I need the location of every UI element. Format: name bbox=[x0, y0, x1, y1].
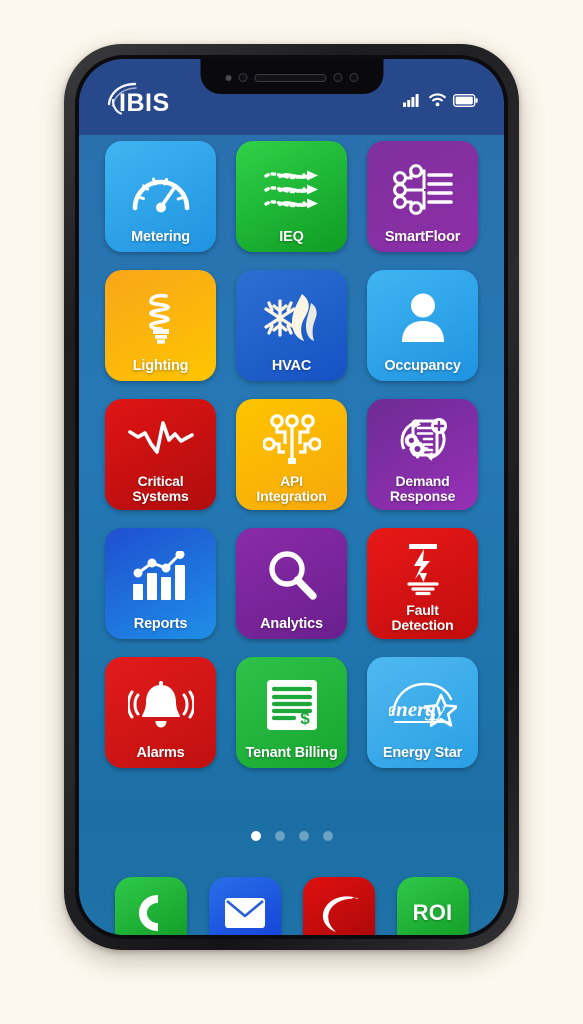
app-label: HVAC bbox=[271, 358, 312, 374]
app-tile-smartfloor[interactable]: SmartFloor bbox=[367, 141, 478, 252]
app-tile-analytics[interactable]: Analytics bbox=[236, 528, 347, 639]
page-dot-2[interactable] bbox=[274, 831, 285, 841]
app-label: SmartFloor bbox=[384, 229, 461, 245]
invoice-dollar-icon: $ bbox=[236, 666, 347, 746]
snowflake-flame-icon bbox=[236, 279, 347, 359]
page-dot-4[interactable] bbox=[322, 831, 333, 841]
ambient-light-sensor-icon bbox=[349, 73, 358, 82]
app-tile-critical-systems[interactable]: Critical Systems bbox=[105, 399, 216, 510]
phone-screen: IBIS Metering IEQ SmartFloor Lighting HV… bbox=[79, 59, 504, 935]
bar-chart-icon bbox=[105, 537, 216, 617]
dock: ROI bbox=[79, 859, 504, 935]
circuit-floor-icon bbox=[367, 150, 478, 230]
dock-item-roi[interactable]: ROI bbox=[396, 877, 469, 935]
energy-star-icon: energy bbox=[367, 666, 478, 746]
svg-text:IBIS: IBIS bbox=[119, 89, 170, 117]
app-tile-occupancy[interactable]: Occupancy bbox=[367, 270, 478, 381]
signal-bars-icon bbox=[403, 93, 422, 107]
api-nodes-icon bbox=[236, 408, 347, 474]
phone-frame: IBIS Metering IEQ SmartFloor Lighting HV… bbox=[64, 44, 519, 950]
svg-text:energy: energy bbox=[389, 697, 446, 721]
gauge-icon bbox=[105, 150, 216, 230]
dock-item-mail[interactable] bbox=[208, 877, 281, 935]
page-indicator bbox=[79, 831, 504, 841]
phone-icon bbox=[134, 893, 168, 933]
app-tile-metering[interactable]: Metering bbox=[105, 141, 216, 252]
svg-text:$: $ bbox=[300, 709, 310, 728]
app-tile-hvac[interactable]: HVAC bbox=[236, 270, 347, 381]
ibis-swoosh-icon bbox=[316, 891, 362, 935]
app-tile-tenant-billing[interactable]: $ Tenant Billing bbox=[236, 657, 347, 768]
app-label: IEQ bbox=[279, 229, 304, 245]
sensor-dot-icon bbox=[225, 74, 231, 81]
envelope-icon bbox=[224, 897, 266, 929]
dock-item-label: ROI bbox=[412, 900, 453, 925]
app-label: Alarms bbox=[136, 745, 185, 761]
app-tile-api-integration[interactable]: API Integration bbox=[236, 399, 347, 510]
device-notch bbox=[200, 59, 383, 94]
app-label: Metering bbox=[131, 229, 190, 245]
app-label: Demand Response bbox=[389, 473, 456, 504]
app-tile-energy-star[interactable]: energy Energy Star bbox=[367, 657, 478, 768]
person-icon bbox=[367, 279, 478, 359]
status-indicators bbox=[403, 93, 478, 107]
ibis-logo: IBIS bbox=[105, 80, 183, 118]
app-label: Reports bbox=[133, 616, 188, 632]
app-tile-ieq[interactable]: IEQ bbox=[236, 141, 347, 252]
magnifier-icon bbox=[236, 537, 347, 617]
app-grid: Metering IEQ SmartFloor Lighting HVAC Oc… bbox=[79, 135, 504, 768]
app-label: API Integration bbox=[256, 473, 327, 504]
page-dot-1[interactable] bbox=[250, 831, 261, 841]
app-tile-alarms[interactable]: Alarms bbox=[105, 657, 216, 768]
app-tile-demand-response[interactable]: Demand Response bbox=[367, 399, 478, 510]
battery-icon bbox=[453, 93, 478, 107]
dock-item-browser[interactable] bbox=[302, 877, 375, 935]
lightning-ground-icon bbox=[367, 537, 478, 603]
app-label: Fault Detection bbox=[391, 602, 454, 633]
app-label: Occupancy bbox=[384, 358, 461, 374]
earpiece-speaker bbox=[254, 73, 326, 82]
app-tile-fault-detection[interactable]: Fault Detection bbox=[367, 528, 478, 639]
app-tile-lighting[interactable]: Lighting bbox=[105, 270, 216, 381]
wifi-icon bbox=[429, 93, 446, 107]
app-tile-reports[interactable]: Reports bbox=[105, 528, 216, 639]
front-camera-icon bbox=[238, 73, 247, 82]
bell-ringing-icon bbox=[105, 666, 216, 746]
app-label: Energy Star bbox=[382, 745, 463, 761]
dock-item-phone[interactable] bbox=[114, 877, 187, 935]
airflow-icon bbox=[236, 150, 347, 230]
cfl-bulb-icon bbox=[105, 279, 216, 359]
page-dot-3[interactable] bbox=[298, 831, 309, 841]
proximity-sensor-icon bbox=[333, 73, 342, 82]
trend-line-icon bbox=[105, 408, 216, 474]
app-label: Lighting bbox=[132, 358, 189, 374]
app-label: Tenant Billing bbox=[245, 745, 338, 761]
app-label: Critical Systems bbox=[132, 473, 189, 504]
app-label: Analytics bbox=[260, 616, 323, 632]
doc-gears-cycle-icon bbox=[367, 408, 478, 474]
phone-bezel: IBIS Metering IEQ SmartFloor Lighting HV… bbox=[75, 55, 508, 939]
